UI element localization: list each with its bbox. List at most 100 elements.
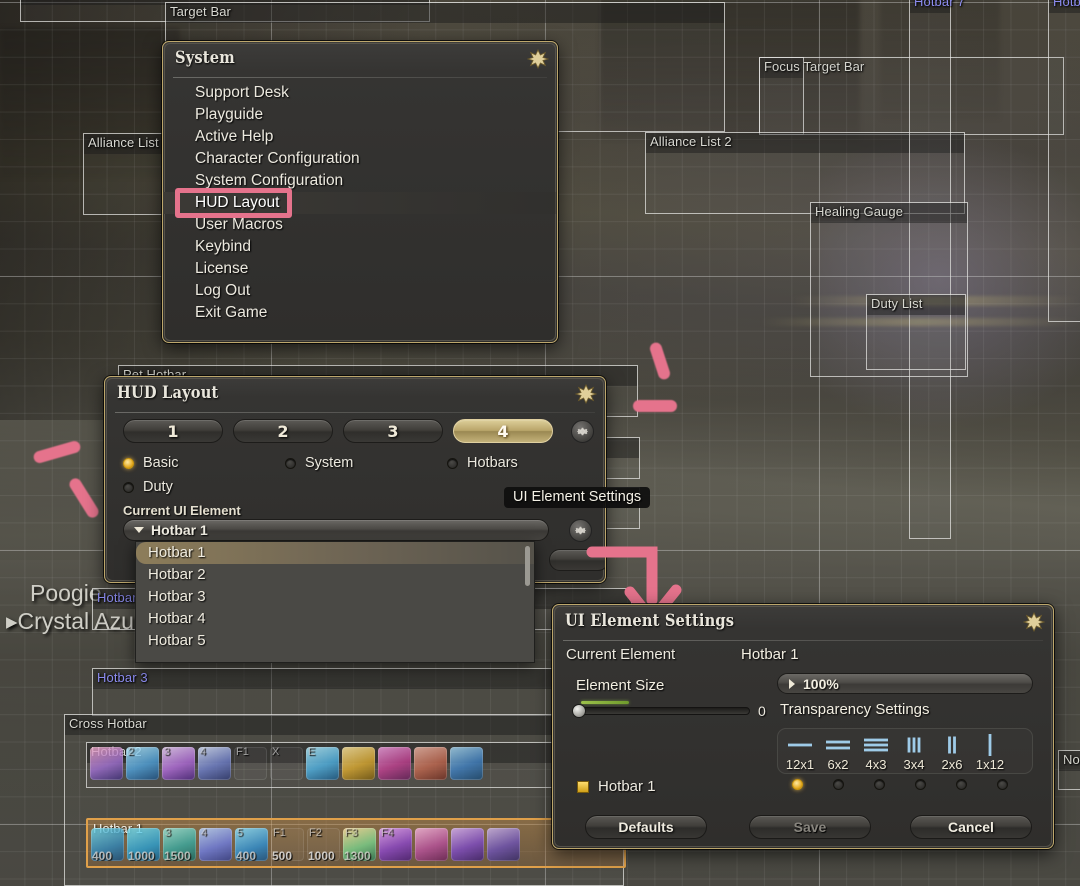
close-icon[interactable] — [574, 383, 598, 405]
radio-system[interactable] — [285, 457, 296, 469]
filter-duty[interactable]: Duty — [123, 479, 173, 495]
hotbar-action-icon[interactable]: 3 1500 — [163, 828, 196, 861]
layout-preset-tab-3[interactable]: 3 — [343, 419, 443, 443]
radio-grid-2x6[interactable] — [956, 779, 967, 790]
transparency-percent-bar[interactable]: 100% — [777, 673, 1033, 694]
radio-grid-3x4[interactable] — [915, 779, 926, 790]
radio-basic[interactable] — [123, 457, 134, 469]
element-size-slider[interactable] — [575, 707, 750, 715]
radio-grid-1x12[interactable] — [997, 779, 1008, 790]
hotbar-empty-slot[interactable]: F2 1000 — [307, 828, 340, 861]
hotbar-action-icon[interactable]: 4 — [198, 747, 231, 780]
dropdown-item-hotbar-2[interactable]: Hotbar 2 — [136, 564, 534, 586]
system-menu-list[interactable]: Support Desk Playguide Active Help Characte… — [163, 82, 557, 324]
hotbar-action-icon[interactable] — [414, 747, 447, 780]
hud-element-duty-list[interactable]: Duty List — [866, 294, 966, 370]
hotbar-empty-slot[interactable]: F1 — [234, 747, 267, 780]
hud-element-notification[interactable]: No — [1058, 750, 1080, 790]
hotbar-2-icons[interactable]: 2 3 4 F1 X E — [90, 747, 483, 780]
dropdown-item-hotbar-5[interactable]: Hotbar 5 — [136, 630, 534, 652]
hotbar-action-icon[interactable]: 4 — [199, 828, 232, 861]
dropdown-items[interactable]: Hotbar 1 Hotbar 2 Hotbar 3 Hotbar 4 Hotbar 5 — [136, 542, 534, 652]
hotbar-action-icon[interactable] — [90, 747, 123, 780]
grid-option-6x2[interactable]: 6x2 — [819, 733, 857, 772]
system-menu-item-keybind[interactable]: Keybind — [163, 236, 557, 258]
hotbar-action-icon[interactable] — [450, 747, 483, 780]
hotbar-action-icon[interactable]: F3 1300 — [343, 828, 376, 861]
radio-hotbars[interactable] — [447, 457, 458, 469]
radio-grid-6x2[interactable] — [833, 779, 844, 790]
grid-option-1x12[interactable]: 1x12 — [971, 733, 1009, 772]
hotbar-action-icon[interactable]: 2 — [126, 747, 159, 780]
hotbar-action-icon[interactable]: 5 400 — [235, 828, 268, 861]
ui-element-settings-window[interactable]: UI Element Settings Current Element Hotb… — [552, 604, 1054, 849]
hud-element-hotbar-1-selected[interactable]: Hotbar 1 40010003150045400F1500F21000F31… — [86, 818, 626, 868]
filter-system[interactable]: System — [285, 455, 353, 471]
grid-radio-wrap-2x6[interactable] — [941, 779, 982, 790]
filter-hotbars[interactable]: Hotbars — [447, 455, 518, 471]
hotbar-action-icon[interactable]: F4 — [379, 828, 412, 861]
hotbar-action-icon[interactable] — [487, 828, 520, 861]
grid-option-4x3[interactable]: 4x3 — [857, 733, 895, 772]
layout-preset-tabs[interactable]: 1234 — [123, 419, 553, 443]
system-menu-item-license[interactable]: License — [163, 258, 557, 280]
gear-icon-ui-element-settings[interactable] — [569, 519, 592, 542]
dropdown-scrollbar[interactable] — [525, 546, 530, 586]
system-menu-window[interactable]: System Support Desk Playguide Active Help C… — [162, 41, 558, 343]
hud-layout-bottom-pill[interactable] — [549, 549, 605, 571]
radio-duty[interactable] — [123, 481, 134, 493]
hotbar-action-icon[interactable]: 1000 — [127, 828, 160, 861]
element-size-slider-knob[interactable] — [572, 704, 586, 718]
hotbar-action-icon[interactable]: 400 — [91, 828, 124, 861]
system-menu-item-character-configuration[interactable]: Character Configuration — [163, 148, 557, 170]
grid-radio-wrap-1x12[interactable] — [982, 779, 1023, 790]
grid-radio-wrap-4x3[interactable] — [859, 779, 900, 790]
grid-radio-wrap-12x1[interactable] — [777, 779, 818, 790]
layout-preset-tab-1[interactable]: 1 — [123, 419, 223, 443]
radio-grid-4x3[interactable] — [874, 779, 885, 790]
hotbar-empty-slot[interactable]: X — [270, 747, 303, 780]
hotbar-action-icon[interactable] — [415, 828, 448, 861]
hotbar-action-icon[interactable] — [451, 828, 484, 861]
hotbar-visibility-checkbox-row[interactable]: Hotbar 1 — [577, 778, 656, 795]
save-button[interactable]: Save — [749, 815, 871, 839]
system-menu-item-hud-layout[interactable]: HUD Layout — [163, 192, 557, 214]
hud-element-hotbar-2[interactable]: Hotbar 2 234F1XE — [86, 742, 626, 788]
layout-preset-tab-2[interactable]: 2 — [233, 419, 333, 443]
system-menu-item-active-help[interactable]: Active Help — [163, 126, 557, 148]
hotbar-action-icon[interactable]: E — [306, 747, 339, 780]
radio-grid-12x1[interactable] — [792, 779, 803, 790]
grid-option-3x4[interactable]: 3x4 — [895, 733, 933, 772]
ui-element-dropdown-list[interactable]: Hotbar 1 Hotbar 2 Hotbar 3 Hotbar 4 Hotbar 5 — [135, 541, 535, 663]
filter-basic[interactable]: Basic — [123, 455, 178, 471]
system-menu-item-exit-game[interactable]: Exit Game — [163, 302, 557, 324]
hotbar-grid-layout-options[interactable]: 12x1 6x2 4x3 3x4 2x6 1x12 — [777, 728, 1033, 774]
system-menu-item-system-configuration[interactable]: System Configuration — [163, 170, 557, 192]
hotbar-action-icon[interactable] — [342, 747, 375, 780]
dropdown-item-hotbar-3[interactable]: Hotbar 3 — [136, 586, 534, 608]
grid-radio-wrap-6x2[interactable] — [818, 779, 859, 790]
current-ui-element-dropdown[interactable]: Hotbar 1 — [123, 519, 549, 541]
hud-element-hotbar-3[interactable]: Hotbar 3 — [92, 668, 632, 716]
system-menu-item-log-out[interactable]: Log Out — [163, 280, 557, 302]
defaults-button[interactable]: Defaults — [585, 815, 707, 839]
dropdown-item-hotbar-4[interactable]: Hotbar 4 — [136, 608, 534, 630]
layout-preset-tab-4[interactable]: 4 — [453, 419, 553, 443]
system-menu-item-user-macros[interactable]: User Macros — [163, 214, 557, 236]
hud-element-hotbar-8[interactable]: Hotbar 8 — [1048, 0, 1080, 322]
grid-option-2x6[interactable]: 2x6 — [933, 733, 971, 772]
hotbar-empty-slot[interactable]: F1 500 — [271, 828, 304, 861]
system-menu-item-playguide[interactable]: Playguide — [163, 104, 557, 126]
system-menu-item-support-desk[interactable]: Support Desk — [163, 82, 557, 104]
grid-option-12x1[interactable]: 12x1 — [781, 733, 819, 772]
grid-radio-wrap-3x4[interactable] — [900, 779, 941, 790]
hotbar-action-icon[interactable] — [378, 747, 411, 780]
close-icon[interactable] — [1022, 611, 1046, 633]
cancel-button[interactable]: Cancel — [910, 815, 1032, 839]
gear-icon-layout-options[interactable] — [571, 420, 594, 443]
checkbox-hotbar-1[interactable] — [577, 781, 589, 794]
hotbar-action-icon[interactable]: 3 — [162, 747, 195, 780]
close-icon[interactable] — [526, 48, 550, 70]
dropdown-item-hotbar-1[interactable]: Hotbar 1 — [136, 542, 534, 564]
hotbar-grid-layout-radios[interactable] — [777, 779, 1033, 790]
